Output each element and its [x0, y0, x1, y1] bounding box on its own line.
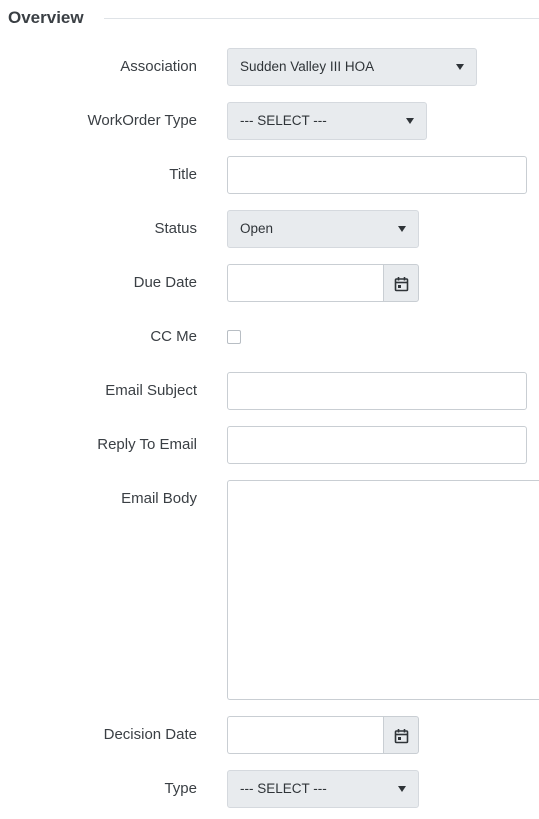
- caret-down-icon: [398, 226, 406, 232]
- cc-me-row: CC Me: [0, 318, 539, 356]
- title-row: Title: [0, 156, 539, 194]
- due-date-label: Due Date: [133, 274, 197, 291]
- section-divider: [104, 18, 539, 19]
- title-label: Title: [169, 166, 197, 183]
- calendar-icon: [394, 277, 409, 292]
- overview-form-page: Overview Association Sudden Valley III H…: [0, 0, 539, 819]
- type-label: Type: [164, 780, 197, 797]
- association-label: Association: [120, 58, 197, 75]
- decision-date-input[interactable]: [227, 716, 384, 754]
- due-date-input[interactable]: [227, 264, 384, 302]
- workorder-type-label: WorkOrder Type: [87, 112, 197, 129]
- title-input[interactable]: [227, 156, 527, 194]
- section-header: Overview: [8, 7, 539, 29]
- association-selected-value: Sudden Valley III HOA: [240, 59, 375, 74]
- calendar-icon: [394, 729, 409, 744]
- status-label: Status: [154, 220, 197, 237]
- section-title: Overview: [8, 8, 84, 27]
- decision-date-label: Decision Date: [103, 726, 197, 743]
- email-subject-row: Email Subject: [0, 372, 539, 410]
- reply-to-email-label: Reply To Email: [97, 436, 197, 453]
- reply-to-email-row: Reply To Email: [0, 426, 539, 464]
- due-date-group: [227, 264, 419, 302]
- caret-down-icon: [456, 64, 464, 70]
- due-date-picker-button[interactable]: [383, 264, 419, 302]
- workorder-type-select[interactable]: --- SELECT ---: [227, 102, 427, 140]
- workorder-type-row: WorkOrder Type --- SELECT ---: [0, 102, 539, 140]
- status-selected-value: Open: [240, 221, 274, 236]
- decision-date-picker-button[interactable]: [383, 716, 419, 754]
- email-body-row: Email Body: [0, 480, 539, 700]
- email-subject-input[interactable]: [227, 372, 527, 410]
- due-date-row: Due Date: [0, 264, 539, 302]
- association-select[interactable]: Sudden Valley III HOA: [227, 48, 477, 86]
- email-subject-label: Email Subject: [105, 382, 197, 399]
- type-selected-value: --- SELECT ---: [240, 781, 327, 796]
- email-body-label: Email Body: [121, 490, 197, 507]
- association-row: Association Sudden Valley III HOA: [0, 48, 539, 86]
- cc-me-label: CC Me: [150, 328, 197, 345]
- decision-date-group: [227, 716, 419, 754]
- reply-to-email-input[interactable]: [227, 426, 527, 464]
- status-select[interactable]: Open: [227, 210, 419, 248]
- email-body-textarea[interactable]: [227, 480, 539, 700]
- status-row: Status Open: [0, 210, 539, 248]
- decision-date-row: Decision Date: [0, 716, 539, 754]
- caret-down-icon: [398, 786, 406, 792]
- caret-down-icon: [406, 118, 414, 124]
- workorder-type-selected-value: --- SELECT ---: [240, 113, 327, 128]
- type-select[interactable]: --- SELECT ---: [227, 770, 419, 808]
- type-row: Type --- SELECT ---: [0, 770, 539, 808]
- cc-me-checkbox[interactable]: [227, 330, 241, 344]
